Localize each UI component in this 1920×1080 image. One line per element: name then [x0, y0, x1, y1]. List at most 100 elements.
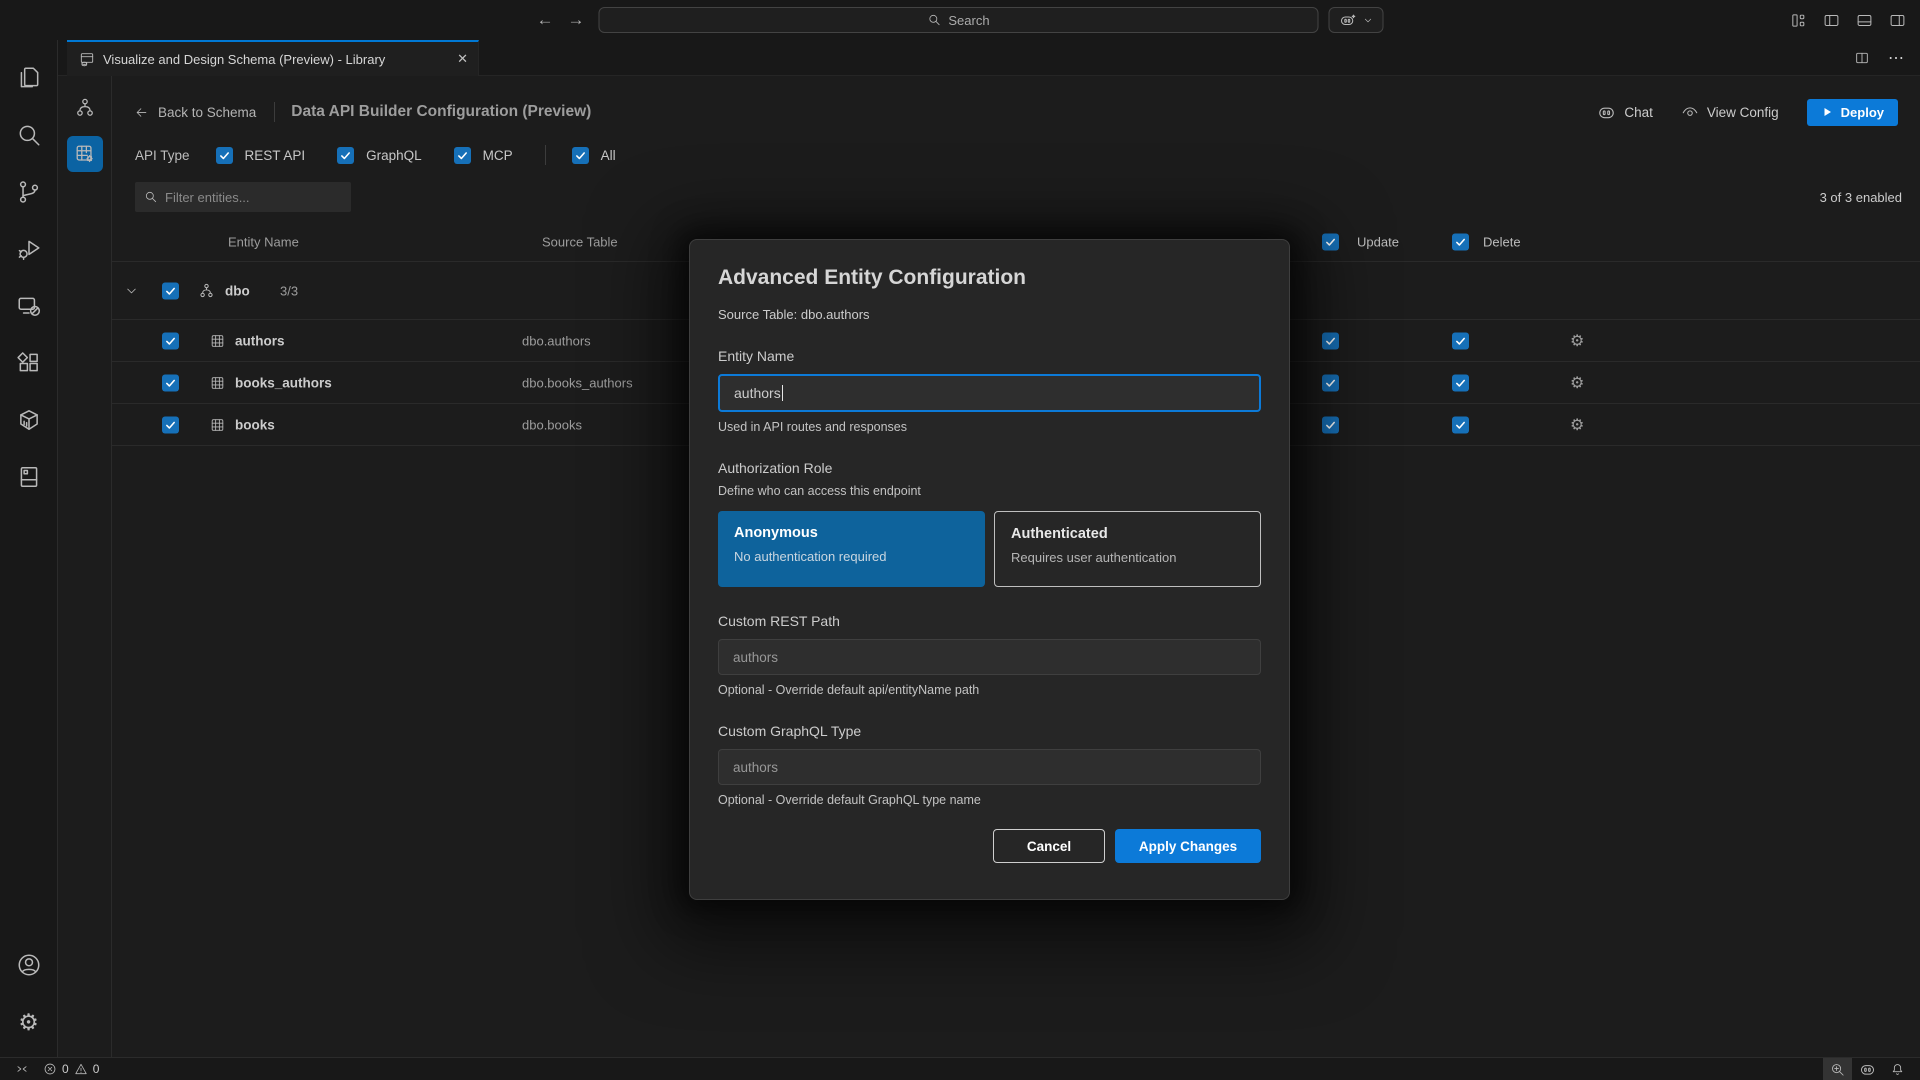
- copilot-icon: [1859, 1061, 1876, 1078]
- account-icon[interactable]: [7, 943, 51, 987]
- group-checkbox[interactable]: [162, 282, 179, 299]
- custom-graphql-type-help: Optional - Override default GraphQL type…: [718, 793, 1261, 807]
- custom-rest-path-input[interactable]: [718, 639, 1261, 675]
- api-type-label: API Type: [135, 148, 190, 163]
- divider: [274, 102, 275, 122]
- anonymous-desc: No authentication required: [734, 549, 969, 564]
- zoom-indicator[interactable]: [1823, 1058, 1852, 1080]
- delete-checkbox[interactable]: [1452, 416, 1469, 433]
- extensions-icon[interactable]: [7, 341, 51, 385]
- toggle-sidebar-left-icon[interactable]: [1823, 12, 1840, 29]
- dialog-title: Advanced Entity Configuration: [718, 266, 1261, 290]
- delete-all-checkbox[interactable]: [1452, 233, 1469, 250]
- forward-arrow-icon[interactable]: →: [568, 10, 585, 30]
- update-checkbox[interactable]: [1322, 332, 1339, 349]
- collapse-chevron-icon[interactable]: [124, 283, 139, 298]
- vscode-window: ← → Search: [0, 0, 1920, 1080]
- update-checkbox[interactable]: [1322, 374, 1339, 391]
- customize-layout-icon[interactable]: [1790, 12, 1807, 29]
- col-entity-name: Entity Name: [228, 234, 299, 249]
- role-card-anonymous[interactable]: Anonymous No authentication required: [718, 511, 985, 587]
- tab-visualize-schema[interactable]: Visualize and Design Schema (Preview) - …: [67, 40, 479, 76]
- explorer-icon[interactable]: [7, 56, 51, 100]
- update-checkbox[interactable]: [1322, 416, 1339, 433]
- webview-toolstrip: [58, 76, 112, 1057]
- copilot-status[interactable]: [1852, 1058, 1883, 1080]
- notifications[interactable]: [1883, 1058, 1912, 1080]
- dab-config-view-button[interactable]: [67, 136, 103, 172]
- copilot-icon: [1597, 103, 1616, 122]
- checkbox-rest-api[interactable]: REST API: [216, 147, 306, 164]
- tab-close-icon[interactable]: ✕: [457, 51, 468, 67]
- schema-designer-view-button[interactable]: [67, 90, 103, 126]
- view-config-button[interactable]: View Config: [1681, 103, 1779, 121]
- entity-name-label: Entity Name: [718, 348, 1261, 364]
- source-control-icon[interactable]: [7, 170, 51, 214]
- copilot-icon: [1339, 11, 1357, 29]
- advanced-entity-config-dialog: Advanced Entity Configuration Source Tab…: [689, 239, 1290, 900]
- search-icon: [927, 13, 941, 27]
- text-caret: [782, 385, 783, 401]
- entity-name-help: Used in API routes and responses: [718, 420, 1261, 434]
- remote-explorer-icon[interactable]: [7, 284, 51, 328]
- remote-indicator[interactable]: [8, 1058, 36, 1080]
- error-icon: [43, 1062, 57, 1076]
- activity-bar: ⚙: [0, 40, 58, 1057]
- anonymous-title: Anonymous: [734, 525, 969, 541]
- delete-checkbox[interactable]: [1452, 374, 1469, 391]
- back-arrow-icon: [134, 105, 149, 120]
- update-all-checkbox[interactable]: [1322, 233, 1339, 250]
- custom-rest-path-help: Optional - Override default api/entityNa…: [718, 683, 1261, 697]
- row-settings-gear-icon[interactable]: ⚙: [1570, 415, 1584, 435]
- toggle-sidebar-right-icon[interactable]: [1889, 12, 1906, 29]
- tab-bar: Visualize and Design Schema (Preview) - …: [58, 40, 1920, 76]
- table-grid-icon: [210, 333, 225, 348]
- play-icon: [1821, 106, 1833, 118]
- more-actions-icon[interactable]: ⋯: [1888, 48, 1904, 68]
- run-debug-icon[interactable]: [7, 227, 51, 271]
- authenticated-title: Authenticated: [1011, 526, 1244, 542]
- cancel-button[interactable]: Cancel: [993, 829, 1105, 863]
- chevron-down-icon: [1363, 15, 1374, 26]
- source-table: dbo.authors: [522, 333, 591, 348]
- row-checkbox[interactable]: [162, 374, 179, 391]
- tab-title: Visualize and Design Schema (Preview) - …: [103, 52, 385, 67]
- custom-graphql-type-input[interactable]: [718, 749, 1261, 785]
- role-card-authenticated[interactable]: Authenticated Requires user authenticati…: [994, 511, 1261, 587]
- notebook-icon[interactable]: [7, 455, 51, 499]
- search-input[interactable]: Search: [599, 7, 1319, 33]
- col-update: Update: [1357, 234, 1399, 249]
- entity-name-input[interactable]: authors: [718, 374, 1261, 412]
- error-count: 0: [62, 1062, 69, 1076]
- enabled-count: 3 of 3 enabled: [1820, 190, 1902, 205]
- search-sidebar-icon[interactable]: [7, 113, 51, 157]
- row-checkbox[interactable]: [162, 332, 179, 349]
- deploy-button[interactable]: Deploy: [1807, 99, 1898, 126]
- deploy-label: Deploy: [1841, 105, 1884, 120]
- back-to-schema-button[interactable]: Back to Schema: [134, 105, 256, 120]
- filter-entities-input[interactable]: [165, 190, 335, 205]
- row-settings-gear-icon[interactable]: ⚙: [1570, 331, 1584, 351]
- copilot-menu-button[interactable]: [1329, 7, 1384, 33]
- checkbox-all[interactable]: All: [572, 147, 616, 164]
- container-cube-icon[interactable]: [7, 398, 51, 442]
- eye-icon: [1681, 103, 1699, 121]
- apply-changes-button[interactable]: Apply Changes: [1115, 829, 1261, 863]
- row-checkbox[interactable]: [162, 416, 179, 433]
- entity-name: books: [235, 417, 275, 432]
- view-config-label: View Config: [1707, 105, 1779, 120]
- chat-button[interactable]: Chat: [1597, 103, 1653, 122]
- settings-gear-icon[interactable]: ⚙: [7, 1000, 51, 1044]
- custom-graphql-type-label: Custom GraphQL Type: [718, 723, 1261, 739]
- custom-rest-path-label: Custom REST Path: [718, 613, 1261, 629]
- delete-checkbox[interactable]: [1452, 332, 1469, 349]
- toggle-panel-icon[interactable]: [1856, 12, 1873, 29]
- problems-indicator[interactable]: 0 0: [36, 1058, 106, 1080]
- checkbox-mcp[interactable]: MCP: [454, 147, 513, 164]
- dialog-source-table: Source Table: dbo.authors: [718, 307, 1261, 322]
- row-settings-gear-icon[interactable]: ⚙: [1570, 373, 1584, 393]
- search-icon: [144, 190, 158, 204]
- checkbox-graphql[interactable]: GraphQL: [337, 147, 422, 164]
- back-arrow-icon[interactable]: ←: [537, 10, 554, 30]
- split-editor-icon[interactable]: [1854, 50, 1870, 66]
